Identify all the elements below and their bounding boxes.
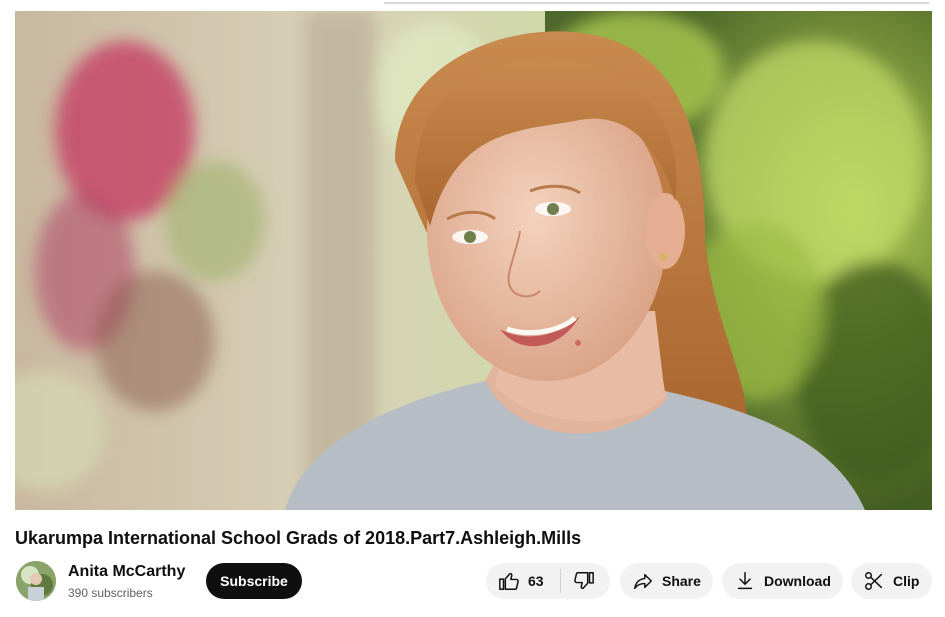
share-button[interactable]: Share: [620, 563, 713, 599]
video-frame: [15, 11, 932, 510]
like-divider: [559, 569, 561, 593]
like-count: 63: [528, 573, 544, 589]
avatar-image: [16, 561, 56, 601]
thumbs-down-icon: [573, 572, 594, 590]
download-button[interactable]: Download: [722, 563, 843, 599]
download-label: Download: [764, 573, 831, 589]
video-player[interactable]: [15, 11, 932, 510]
clip-label: Clip: [893, 573, 920, 589]
like-dislike-group: 63: [486, 563, 610, 599]
like-button[interactable]: 63: [498, 570, 544, 592]
top-divider: [384, 2, 929, 4]
video-title: Ukarumpa International School Grads of 2…: [15, 528, 582, 548]
thumbs-up-icon: [499, 572, 519, 590]
subscriber-count: 390 subscribers: [68, 586, 153, 600]
channel-avatar[interactable]: [16, 561, 56, 601]
clip-button[interactable]: Clip: [851, 563, 932, 599]
scissors-icon: [865, 572, 883, 590]
share-label: Share: [662, 573, 701, 589]
share-arrow-icon: [634, 573, 652, 590]
channel-name[interactable]: Anita McCarthy: [68, 562, 185, 582]
download-icon: [737, 572, 753, 590]
dislike-button[interactable]: [573, 570, 595, 592]
subscribe-button[interactable]: Subscribe: [206, 563, 302, 599]
watch-page: Ukarumpa International School Grads of 2…: [0, 0, 945, 617]
